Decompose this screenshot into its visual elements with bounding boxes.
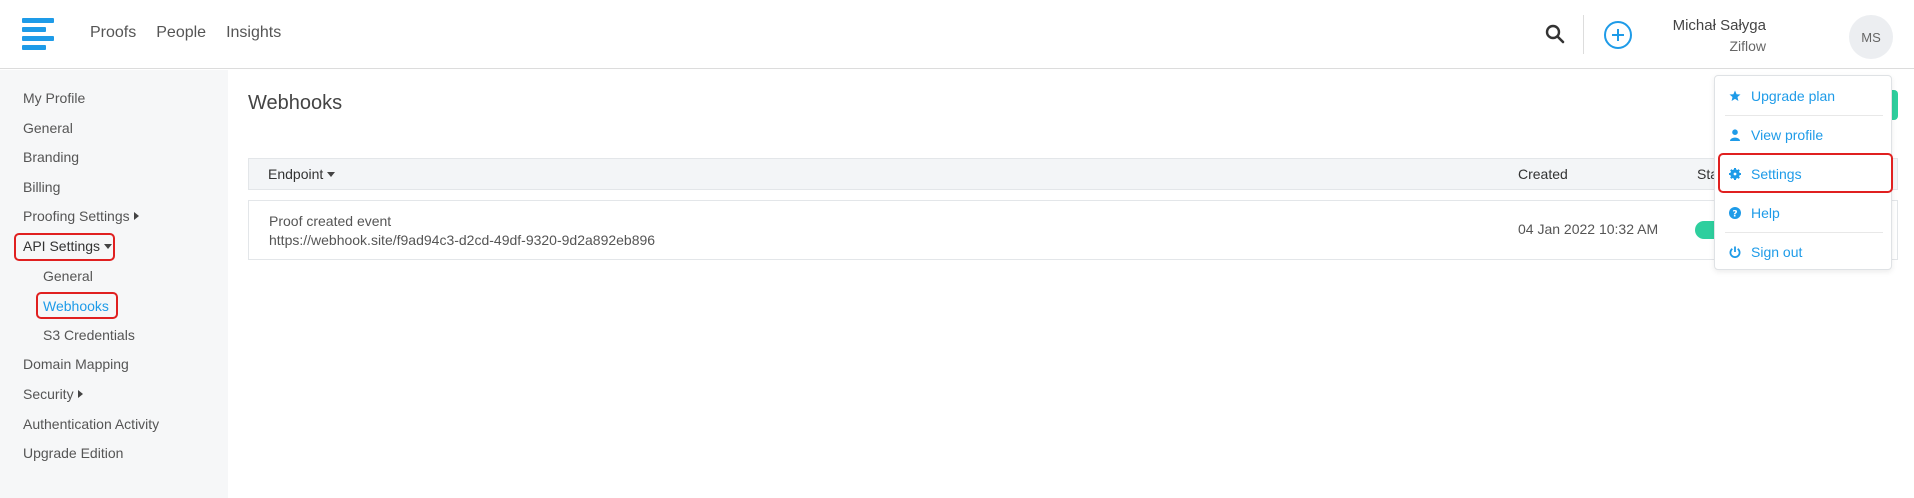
column-created[interactable]: Created <box>1518 166 1568 182</box>
sidebar-item-security[interactable]: Security <box>23 386 83 402</box>
nav-insights[interactable]: Insights <box>226 24 281 42</box>
sidebar-subitem-s3-credentials[interactable]: S3 Credentials <box>43 327 135 343</box>
user-name[interactable]: Michał Sałyga <box>1673 17 1766 34</box>
sidebar-item-my-profile[interactable]: My Profile <box>23 90 85 106</box>
nav-people[interactable]: People <box>156 24 206 42</box>
sidebar-item-general[interactable]: General <box>23 120 73 136</box>
sidebar-item-domain-mapping[interactable]: Domain Mapping <box>23 356 129 372</box>
add-icon[interactable] <box>1603 20 1633 50</box>
menu-item-label: Upgrade plan <box>1751 88 1836 104</box>
user-org: Ziflow <box>1729 38 1766 54</box>
header-divider <box>1583 15 1584 54</box>
menu-item-label: Sign out <box>1751 244 1803 260</box>
sidebar-item-label: Proofing Settings <box>23 208 130 224</box>
webhook-url: https://webhook.site/f9ad94c3-d2cd-49df-… <box>269 232 656 248</box>
menu-item-upgrade-plan[interactable]: Upgrade plan <box>1715 77 1891 115</box>
webhook-created: 04 Jan 2022 10:32 AM <box>1518 221 1659 237</box>
page-title: Webhooks <box>248 92 343 114</box>
column-endpoint[interactable]: Endpoint <box>268 166 336 182</box>
sidebar-item-label: Security <box>23 386 74 402</box>
top-nav: Proofs People Insights <box>90 24 281 42</box>
sidebar-item-label: API Settings <box>23 238 101 254</box>
settings-sidebar: My Profile General Branding Billing Proo… <box>0 70 228 498</box>
sort-caret-icon <box>327 172 336 177</box>
table-header: Endpoint Created Sta <box>248 158 1898 190</box>
column-endpoint-label: Endpoint <box>268 166 324 182</box>
sidebar-item-proofing-settings[interactable]: Proofing Settings <box>23 208 139 224</box>
highlight-box <box>1718 153 1893 193</box>
search-icon[interactable] <box>1544 23 1566 45</box>
caret-right-icon <box>133 212 139 220</box>
menu-item-view-profile[interactable]: View profile <box>1715 116 1891 154</box>
user-icon <box>1730 129 1740 141</box>
caret-right-icon <box>77 390 83 398</box>
menu-item-label: Help <box>1751 205 1780 221</box>
avatar[interactable]: MS <box>1849 15 1893 59</box>
svg-text:?: ? <box>1732 210 1737 220</box>
sidebar-item-authentication-activity[interactable]: Authentication Activity <box>23 416 159 432</box>
sidebar-item-api-settings[interactable]: API Settings <box>23 238 113 254</box>
sidebar-subitem-webhooks[interactable]: Webhooks <box>43 298 109 314</box>
sidebar-subitem-general[interactable]: General <box>43 268 93 284</box>
sidebar-item-branding[interactable]: Branding <box>23 149 79 165</box>
top-bar: Proofs People Insights Michał Sałyga Zif… <box>0 0 1914 69</box>
star-icon <box>1729 90 1741 101</box>
table-row[interactable]: Proof created event https://webhook.site… <box>248 200 1898 260</box>
question-icon: ? <box>1729 207 1741 219</box>
sidebar-item-billing[interactable]: Billing <box>23 179 60 195</box>
caret-down-icon <box>104 244 113 249</box>
menu-item-sign-out[interactable]: Sign out <box>1715 233 1891 271</box>
webhook-event: Proof created event <box>269 213 392 229</box>
menu-item-label: View profile <box>1751 127 1824 143</box>
power-icon <box>1729 246 1741 258</box>
nav-proofs[interactable]: Proofs <box>90 24 136 42</box>
sidebar-item-upgrade-edition[interactable]: Upgrade Edition <box>23 445 123 461</box>
menu-item-help[interactable]: ? Help <box>1715 194 1891 232</box>
ziflow-logo-icon[interactable] <box>22 18 54 50</box>
